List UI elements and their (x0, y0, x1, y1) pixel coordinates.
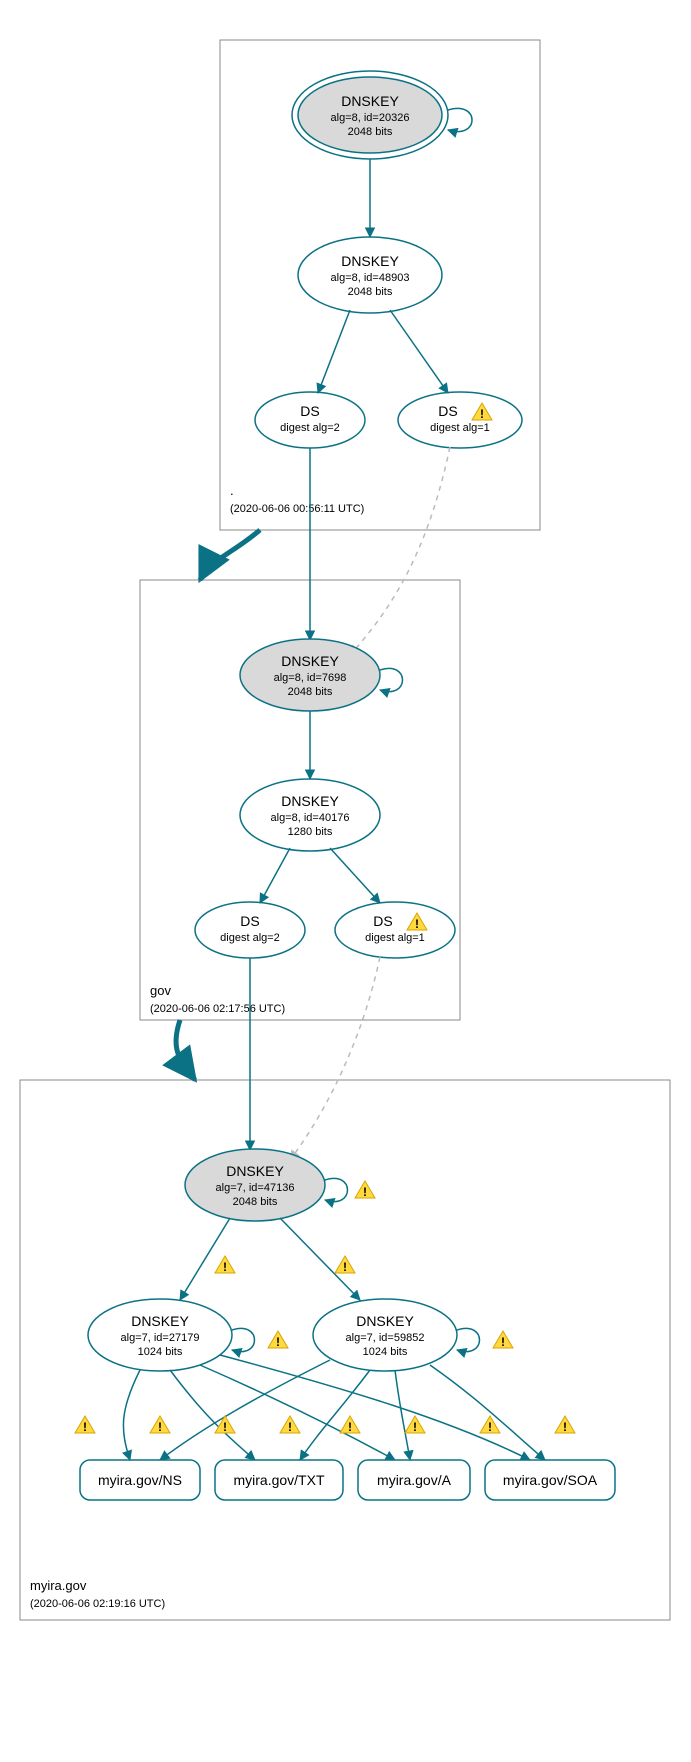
svg-text:DNSKEY: DNSKEY (356, 1313, 414, 1329)
svg-text:1024 bits: 1024 bits (363, 1346, 408, 1358)
warning-icon (335, 1256, 355, 1274)
self-loop-my-zsk2 (457, 1328, 480, 1351)
edge-zsk1-a (200, 1365, 395, 1460)
svg-text:alg=7, id=59852: alg=7, id=59852 (346, 1332, 425, 1344)
node-rr-soa: myira.gov/SOA (485, 1460, 615, 1500)
warning-icon (215, 1416, 235, 1434)
node-rr-txt: myira.gov/TXT (215, 1460, 343, 1500)
svg-text:DNSKEY: DNSKEY (281, 653, 339, 669)
svg-text:myira.gov/NS: myira.gov/NS (98, 1472, 182, 1488)
node-my-zsk2: DNSKEY alg=7, id=59852 1024 bits (313, 1299, 457, 1371)
svg-text:digest alg=1: digest alg=1 (430, 422, 490, 434)
deleg-gov-myira (176, 1020, 195, 1080)
node-rr-ns: myira.gov/NS (80, 1460, 200, 1500)
zone-root-sublabel: (2020-06-06 00:56:11 UTC) (230, 503, 364, 515)
warning-icon (405, 1416, 425, 1434)
warning-icon (493, 1331, 513, 1349)
svg-text:2048 bits: 2048 bits (233, 1196, 278, 1208)
node-my-zsk1: DNSKEY alg=7, id=27179 1024 bits (88, 1299, 232, 1371)
self-loop-my-zsk1 (232, 1328, 255, 1351)
node-root-ds1: DS digest alg=1 (398, 392, 522, 448)
edge-zsk2-ns (160, 1360, 330, 1460)
zone-gov-label: gov (150, 983, 171, 998)
self-loop-root-ksk (448, 108, 472, 131)
zone-myira-sublabel: (2020-06-06 02:19:16 UTC) (30, 1598, 165, 1610)
svg-text:DS: DS (373, 913, 392, 929)
edge-myksk-zsk1 (180, 1218, 230, 1300)
zone-myira-label: myira.gov (30, 1578, 87, 1593)
svg-text:alg=8, id=40176: alg=8, id=40176 (271, 812, 350, 824)
svg-text:alg=7, id=47136: alg=7, id=47136 (216, 1182, 295, 1194)
svg-text:1024 bits: 1024 bits (138, 1346, 183, 1358)
node-root-zsk: DNSKEY alg=8, id=48903 2048 bits (298, 237, 442, 313)
svg-text:digest alg=1: digest alg=1 (365, 932, 425, 944)
edge-govds1-myksk (290, 957, 380, 1160)
svg-text:1280 bits: 1280 bits (288, 826, 333, 838)
warning-icon (555, 1416, 575, 1434)
node-gov-ksk: DNSKEY alg=8, id=7698 2048 bits (240, 639, 380, 711)
warning-icon (215, 1256, 235, 1274)
svg-text:myira.gov/A: myira.gov/A (377, 1472, 452, 1488)
node-rr-a: myira.gov/A (358, 1460, 470, 1500)
edge-govzsk-ds1 (330, 848, 380, 903)
svg-text:alg=8, id=48903: alg=8, id=48903 (331, 272, 410, 284)
warning-icon (75, 1416, 95, 1434)
edge-zsk2-soa (430, 1365, 545, 1460)
svg-text:DNSKEY: DNSKEY (341, 93, 399, 109)
warning-icon (340, 1416, 360, 1434)
svg-text:myira.gov/TXT: myira.gov/TXT (233, 1472, 324, 1488)
node-my-ksk: DNSKEY alg=7, id=47136 2048 bits (185, 1149, 325, 1221)
edge-ds1-govksk (350, 447, 450, 655)
svg-text:digest alg=2: digest alg=2 (220, 932, 280, 944)
self-loop-gov-ksk (380, 668, 403, 691)
edge-rootzsk-ds2 (318, 310, 350, 393)
svg-text:alg=8, id=20326: alg=8, id=20326 (331, 112, 410, 124)
svg-text:2048 bits: 2048 bits (288, 686, 333, 698)
svg-text:DNSKEY: DNSKEY (131, 1313, 189, 1329)
warning-icon (150, 1416, 170, 1434)
svg-text:DNSKEY: DNSKEY (341, 253, 399, 269)
node-gov-ds2: DS digest alg=2 (195, 902, 305, 958)
svg-text:DS: DS (300, 403, 319, 419)
zone-root-label: . (230, 483, 234, 498)
zone-gov-sublabel: (2020-06-06 02:17:56 UTC) (150, 1003, 285, 1015)
svg-text:alg=8, id=7698: alg=8, id=7698 (274, 672, 347, 684)
edge-zsk2-a (395, 1370, 410, 1460)
warning-icon (355, 1181, 375, 1199)
node-gov-zsk: DNSKEY alg=8, id=40176 1280 bits (240, 779, 380, 851)
edge-zsk1-ns (123, 1370, 140, 1460)
svg-text:myira.gov/SOA: myira.gov/SOA (503, 1472, 598, 1488)
svg-text:2048 bits: 2048 bits (348, 286, 393, 298)
edge-zsk2-txt (300, 1370, 370, 1460)
edge-govzsk-ds2 (260, 848, 290, 903)
svg-text:DNSKEY: DNSKEY (226, 1163, 284, 1179)
node-root-ds2: DS digest alg=2 (255, 392, 365, 448)
node-gov-ds1: DS digest alg=1 (335, 902, 455, 958)
svg-text:digest alg=2: digest alg=2 (280, 422, 340, 434)
node-root-ksk: DNSKEY alg=8, id=20326 2048 bits (292, 71, 448, 159)
warning-icon (280, 1416, 300, 1434)
edge-rootzsk-ds1 (390, 310, 448, 393)
edge-myksk-zsk2 (280, 1218, 360, 1300)
svg-text:2048 bits: 2048 bits (348, 126, 393, 138)
svg-text:alg=7, id=27179: alg=7, id=27179 (121, 1332, 200, 1344)
warning-icon (268, 1331, 288, 1349)
deleg-root-gov (200, 530, 260, 580)
svg-text:DS: DS (240, 913, 259, 929)
svg-text:DS: DS (438, 403, 457, 419)
svg-text:DNSKEY: DNSKEY (281, 793, 339, 809)
self-loop-my-ksk (325, 1178, 348, 1201)
